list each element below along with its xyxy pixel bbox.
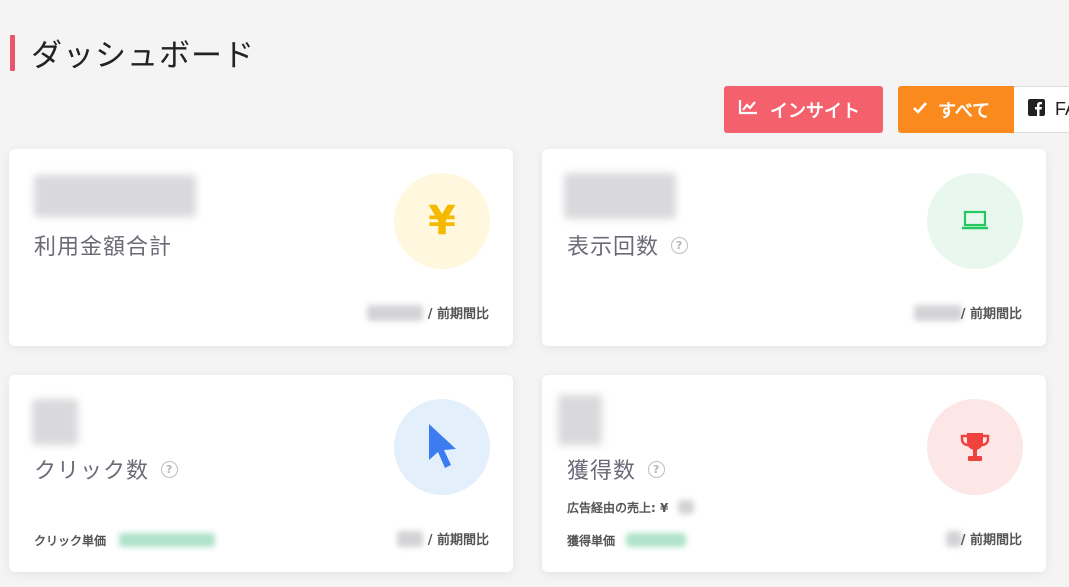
help-icon[interactable]: ? [161,460,179,478]
metric-label-text: 表示回数 [567,235,660,260]
yen-glyph: ¥ [428,198,456,244]
metric-label: 獲得数 ? [567,453,666,485]
compare-text: / 前期間比 [427,307,489,322]
insight-button[interactable]: インサイト [724,86,883,133]
metric-card-conversions: 獲得数 ? 広告経由の売上: ¥ 獲得単価 / 前期間比 [542,375,1046,572]
yen-icon: ¥ [394,173,490,269]
metric-card-spend: 利用金額合計 ¥ / 前期間比 [9,149,513,346]
cpc-value-redacted [119,533,215,547]
help-icon[interactable]: ? [648,460,666,478]
compare-value-redacted [367,305,423,321]
cpa-value-redacted [626,533,686,547]
page-title: ダッシュボード [31,38,255,74]
title-accent-bar [10,34,15,71]
metric-label-text: 獲得数 [567,459,637,484]
cursor-icon [394,399,490,495]
metric-label-text: クリック数 [34,459,150,484]
conversions-value-redacted [558,395,602,445]
laptop-icon [927,173,1023,269]
filter-all-button[interactable]: すべて [898,86,1014,133]
metric-label: 表示回数 ? [567,229,689,261]
line-chart-icon [738,99,758,120]
insight-button-label: インサイト [770,100,860,121]
filter-facebook-label: FA [1055,99,1069,119]
cpc-label: クリック単価 [34,534,107,548]
facebook-icon [1028,98,1045,121]
compare-value-redacted [946,531,962,547]
spend-value-redacted [34,175,196,217]
sales-value-redacted [678,500,694,514]
metric-label: クリック数 ? [34,453,179,485]
compare-value-redacted [397,531,423,547]
trophy-icon [927,399,1023,495]
cpa-label: 獲得単価 [567,534,616,548]
page-header: ダッシュボード [10,30,255,75]
metric-card-impressions: 表示回数 ? / 前期間比 [542,149,1046,346]
compare-text: / 前期間比 [960,307,1022,322]
clicks-value-redacted [32,399,78,445]
help-icon[interactable]: ? [671,236,689,254]
metric-label: 利用金額合計 [34,229,172,261]
compare-value-redacted [914,305,962,321]
filter-all-label: すべて [938,100,991,121]
metric-card-clicks: クリック数 ? クリック単価 / 前期間比 [9,375,513,572]
impressions-value-redacted [564,173,676,219]
metric-label-text: 利用金額合計 [34,235,173,260]
sales-label: 広告経由の売上: ¥ [567,501,669,515]
filter-facebook-button[interactable]: FA [1014,86,1069,133]
compare-text: / 前期間比 [427,533,489,548]
toolbar: インサイト すべて FA [724,86,1069,133]
check-icon [912,99,928,120]
compare-text: / 前期間比 [960,533,1022,548]
